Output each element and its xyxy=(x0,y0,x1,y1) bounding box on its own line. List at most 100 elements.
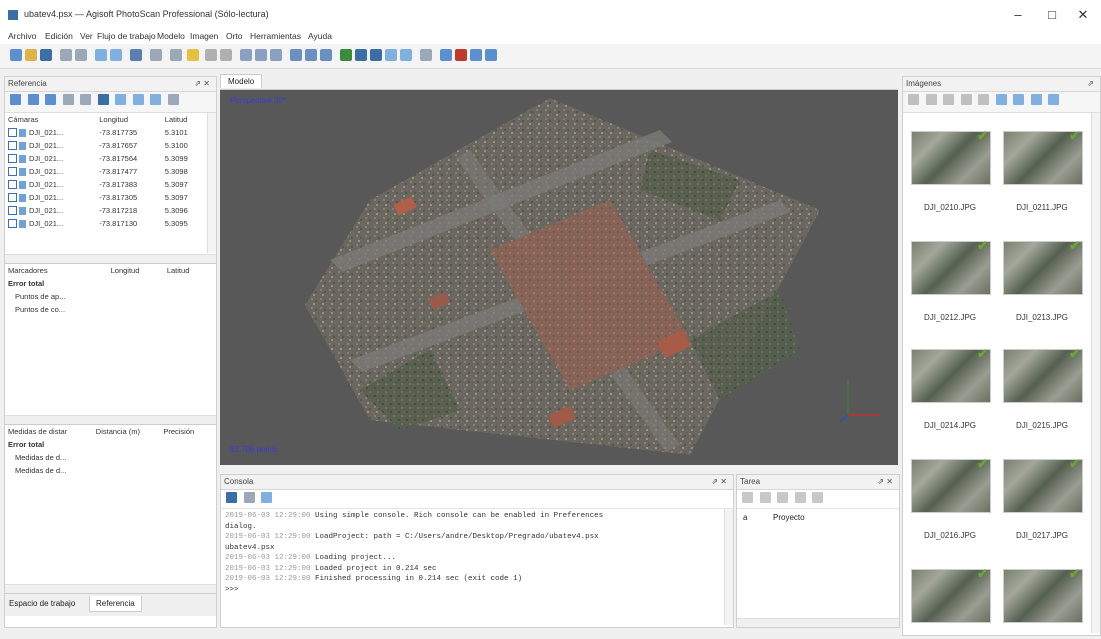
thumbnail[interactable]: ✔ DJI_0215.JPG xyxy=(1003,346,1083,430)
thumbnail[interactable]: ✔ DJI_0214.JPG xyxy=(911,346,991,430)
task-settings-icon[interactable] xyxy=(777,492,789,503)
zoom-in-icon[interactable] xyxy=(240,49,252,61)
remove-image-icon[interactable] xyxy=(943,94,955,105)
col-header-medidas[interactable]: Medidas de distar xyxy=(5,425,93,438)
col-header-cameras[interactable]: Cámaras xyxy=(5,113,96,126)
view-source-icon[interactable] xyxy=(115,94,127,105)
thumbnail[interactable]: ✔ DJI_0216.JPG xyxy=(911,456,991,540)
cameras-icon[interactable] xyxy=(420,49,432,61)
large-icons-icon[interactable] xyxy=(995,94,1007,105)
clear-log-icon[interactable] xyxy=(243,492,255,503)
dem-icon[interactable] xyxy=(370,49,382,61)
ortho-icon[interactable] xyxy=(385,49,397,61)
disable-icon[interactable] xyxy=(978,94,990,105)
rotate-left-icon[interactable] xyxy=(908,94,919,105)
zoom-out-icon[interactable] xyxy=(255,49,267,61)
console-close-icon[interactable]: ⇗ ✕ xyxy=(711,475,727,489)
move-up-icon[interactable] xyxy=(794,492,806,503)
list-item[interactable]: Medidas de d... xyxy=(5,464,210,477)
navigation-icon[interactable] xyxy=(95,49,107,61)
new-icon[interactable] xyxy=(10,49,22,61)
view-errors-icon[interactable] xyxy=(150,94,162,105)
rectangle-select-icon[interactable] xyxy=(110,49,122,61)
texture-icon[interactable] xyxy=(340,49,352,61)
mesh-icon[interactable] xyxy=(320,49,332,61)
checkbox[interactable] xyxy=(8,180,17,190)
table-row[interactable]: DJI_021... -73.817477 5.3098 xyxy=(5,165,205,178)
images-pin-icon[interactable]: ⇗ xyxy=(1087,77,1094,91)
brush-icon[interactable] xyxy=(187,49,199,61)
ruler-icon[interactable] xyxy=(170,49,182,61)
shapes-icon[interactable] xyxy=(400,49,412,61)
menu-modelo[interactable]: Modelo xyxy=(157,31,185,41)
view-estimated-icon[interactable] xyxy=(132,94,144,105)
col-header-longitud[interactable]: Longitud xyxy=(96,113,162,126)
grid-icon[interactable] xyxy=(470,49,482,61)
tab-workspace[interactable]: Espacio de trabajo xyxy=(9,599,75,608)
thumbnail[interactable]: ✔ DJI_0210.JPG xyxy=(911,128,991,212)
col-header-distancia[interactable]: Distancia (m) xyxy=(93,425,161,438)
maximize-button[interactable]: □ xyxy=(1037,6,1067,24)
details-icon[interactable] xyxy=(1030,94,1042,105)
convert-icon[interactable] xyxy=(45,94,57,105)
small-icons-icon[interactable] xyxy=(1013,94,1025,105)
checkbox[interactable] xyxy=(8,193,17,203)
save-log-icon[interactable] xyxy=(226,492,237,503)
cameras-vscrollbar[interactable] xyxy=(207,113,216,253)
menu-imagen[interactable]: Imagen xyxy=(190,31,218,41)
menu-ver[interactable]: Ver xyxy=(80,31,93,41)
console-vscrollbar[interactable] xyxy=(724,509,733,625)
table-row[interactable]: DJI_021... -73.817564 5.3099 xyxy=(5,152,205,165)
update-icon[interactable] xyxy=(97,94,109,105)
menu-edicion[interactable]: Edición xyxy=(45,31,73,41)
task-hscrollbar[interactable] xyxy=(737,618,899,627)
point-cloud-icon[interactable] xyxy=(290,49,302,61)
dense-cloud-icon[interactable] xyxy=(305,49,317,61)
optimize-icon[interactable] xyxy=(62,94,74,105)
move-icon[interactable] xyxy=(150,49,162,61)
thumbnail[interactable]: ✔ xyxy=(1003,566,1083,623)
col-header-latitud[interactable]: Latitud xyxy=(162,113,205,126)
table-row[interactable]: DJI_021... -73.817218 5.3096 xyxy=(5,204,205,217)
menu-flujo[interactable]: Flujo de trabajo xyxy=(97,31,156,41)
crop-icon[interactable] xyxy=(220,49,232,61)
thumbnail[interactable]: ✔ xyxy=(911,566,991,623)
close-button[interactable]: ✕ xyxy=(1068,6,1098,24)
markers-icon[interactable] xyxy=(440,49,452,61)
checkbox[interactable] xyxy=(8,167,17,177)
menu-herramientas[interactable]: Herramientas xyxy=(250,31,301,41)
import-icon[interactable] xyxy=(10,94,21,105)
view-menu-icon[interactable] xyxy=(1048,94,1060,105)
undo-icon[interactable] xyxy=(60,49,72,61)
menu-archivo[interactable]: Archivo xyxy=(8,31,36,41)
rotate-right-icon[interactable] xyxy=(925,94,937,105)
edit-icon[interactable] xyxy=(80,94,92,105)
image-icon[interactable] xyxy=(485,49,497,61)
list-item[interactable]: Puntos de ap... xyxy=(5,290,210,303)
markers-hscrollbar[interactable] xyxy=(5,415,216,424)
col-header-precision[interactable]: Precisión xyxy=(160,425,210,438)
menu-ayuda[interactable]: Ayuda xyxy=(308,31,332,41)
table-row[interactable]: DJI_021... -73.817735 5.3101 xyxy=(5,126,205,139)
save-icon[interactable] xyxy=(40,49,52,61)
remove-task-icon[interactable] xyxy=(759,492,771,503)
add-task-icon[interactable] xyxy=(742,492,753,503)
checkbox[interactable] xyxy=(8,219,17,229)
col-header-latitud[interactable]: Latitud xyxy=(164,264,210,277)
flag-icon[interactable] xyxy=(455,49,467,61)
table-row[interactable]: DJI_021... -73.817657 5.3100 xyxy=(5,139,205,152)
reset-view-icon[interactable] xyxy=(270,49,282,61)
col-header-longitud[interactable]: Longitud xyxy=(108,264,164,277)
rotate-icon[interactable] xyxy=(130,49,142,61)
checkbox[interactable] xyxy=(8,141,17,151)
thumbnail[interactable]: ✔ DJI_0212.JPG xyxy=(911,238,991,322)
export-icon[interactable] xyxy=(27,94,39,105)
table-row[interactable]: DJI_021... -73.817130 5.3095 xyxy=(5,217,205,230)
table-row[interactable]: DJI_021... -73.817383 5.3097 xyxy=(5,178,205,191)
checkbox[interactable] xyxy=(8,154,17,164)
open-icon[interactable] xyxy=(25,49,37,61)
cut-icon[interactable] xyxy=(205,49,217,61)
move-down-icon[interactable] xyxy=(812,492,824,503)
enable-icon[interactable] xyxy=(960,94,972,105)
list-item[interactable]: Medidas de d... xyxy=(5,451,210,464)
